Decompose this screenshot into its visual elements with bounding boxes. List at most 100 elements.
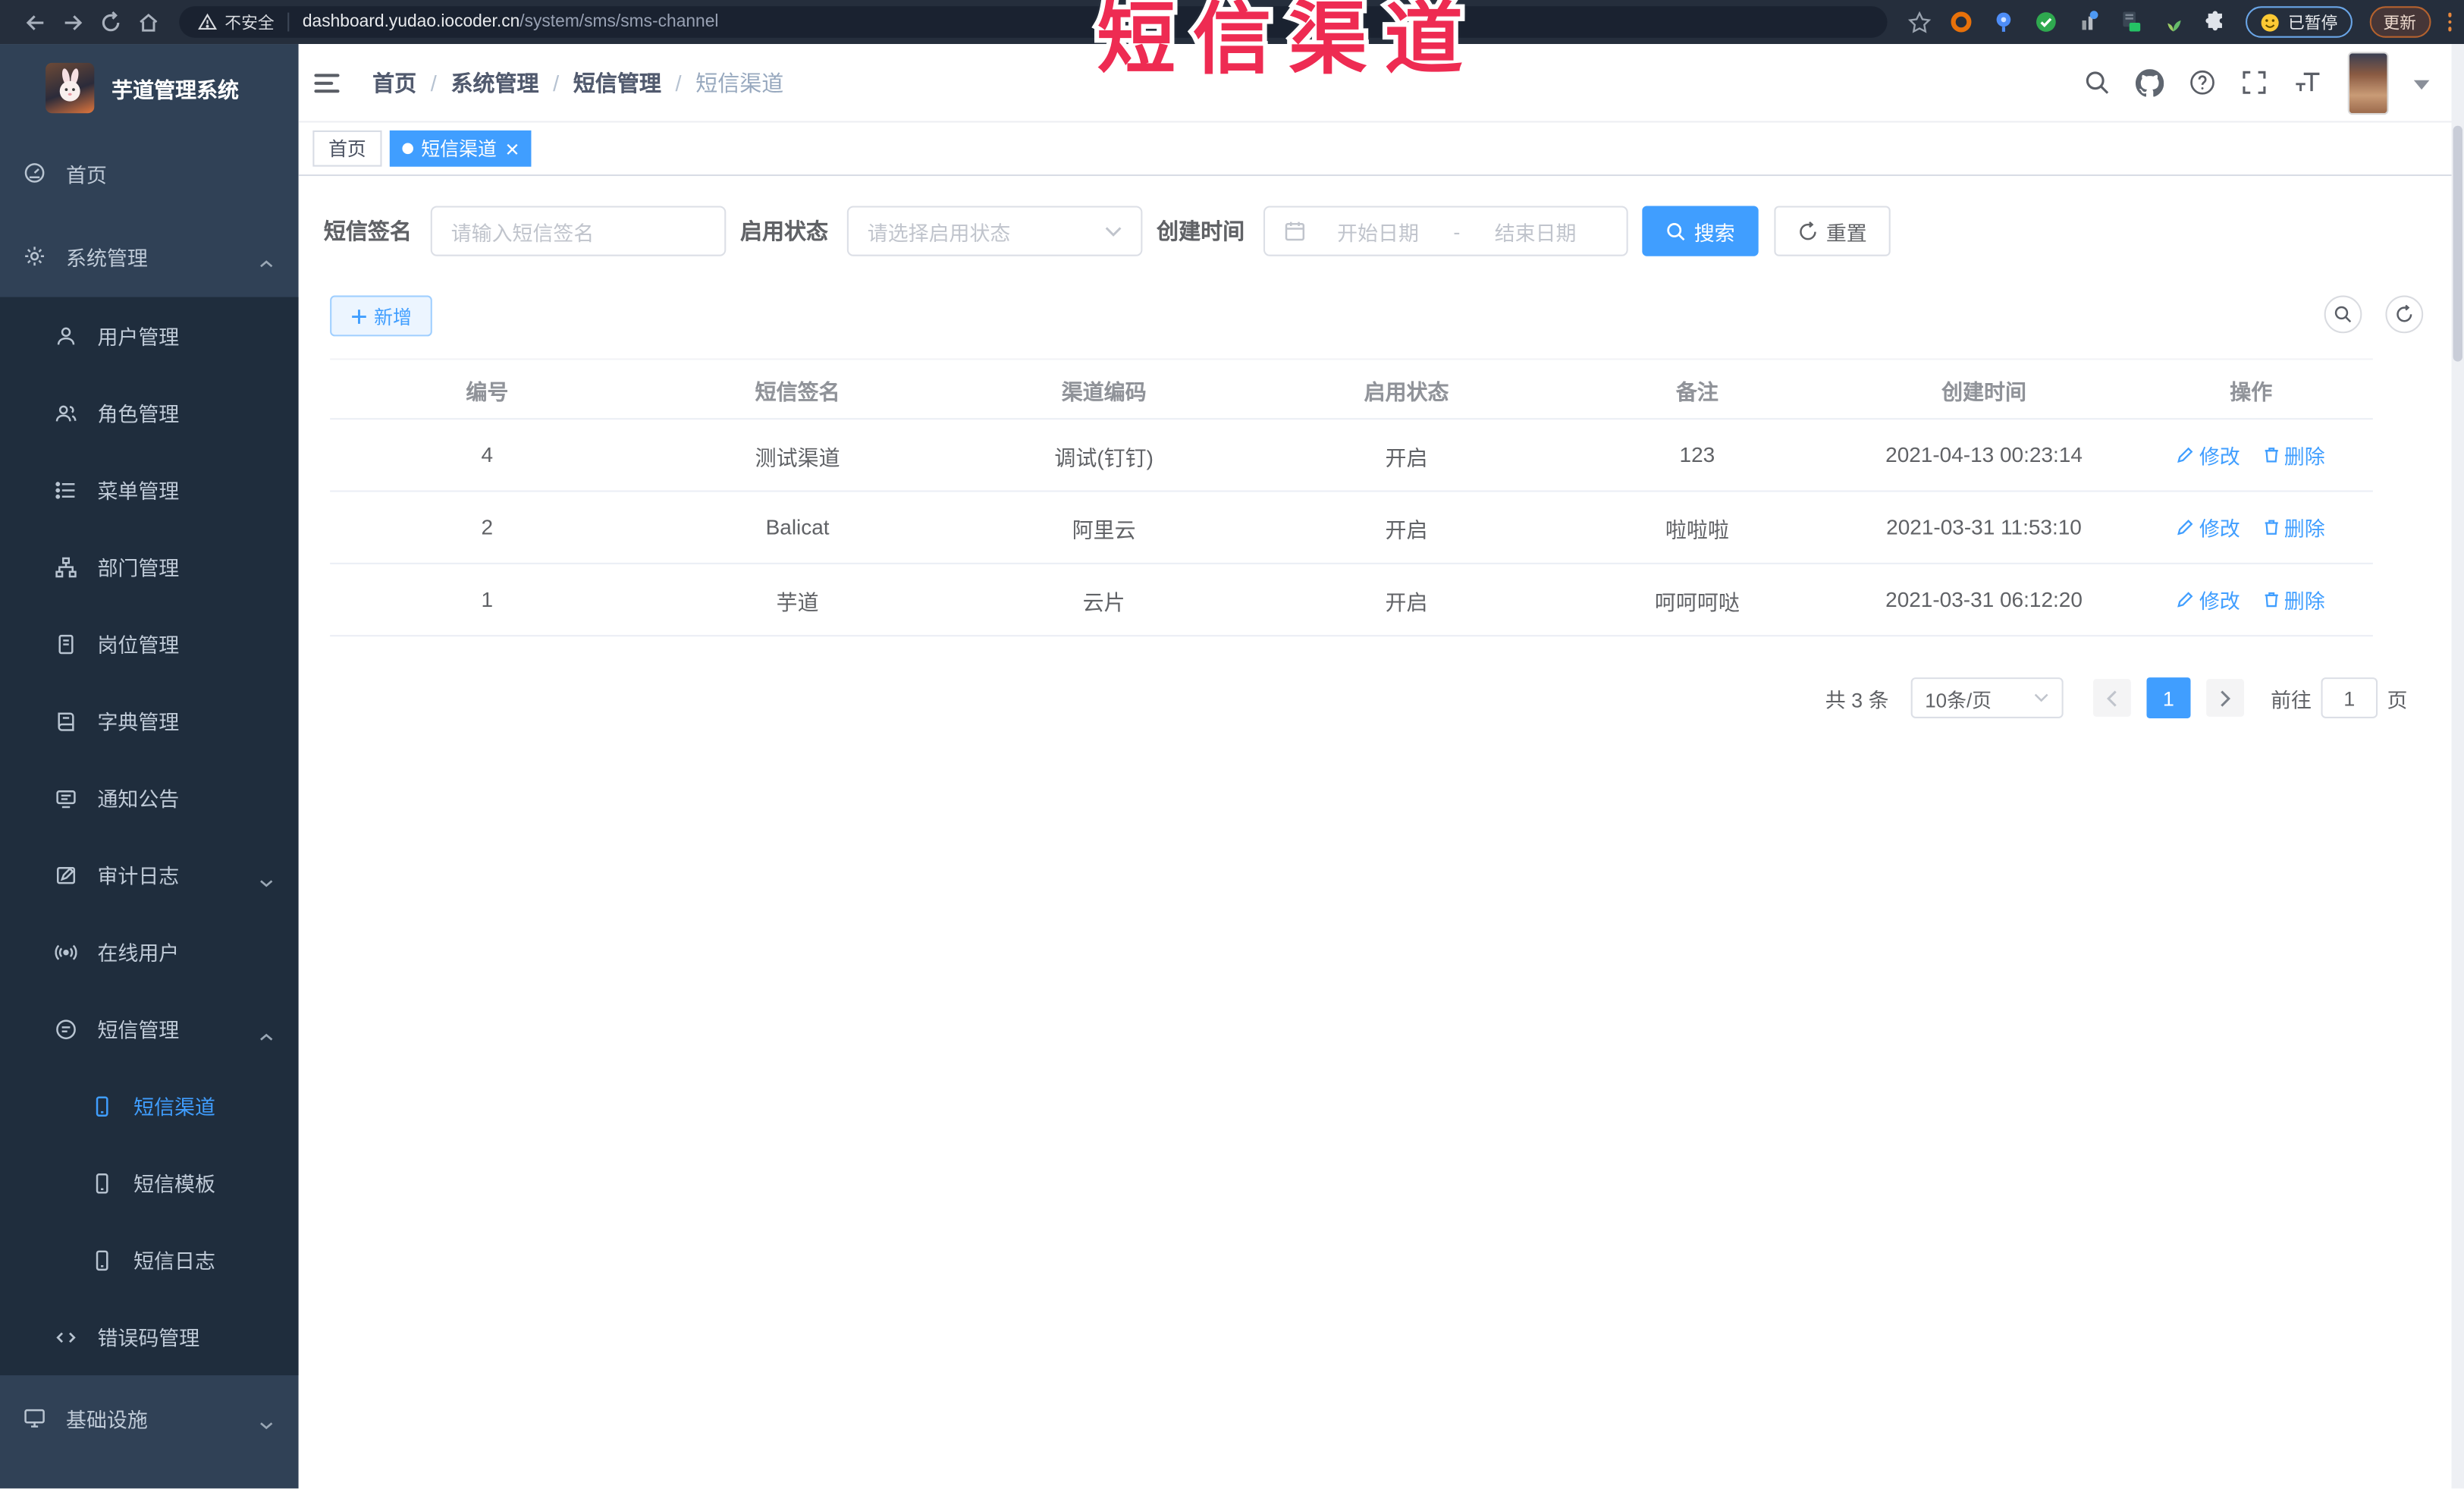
extension-dark-on-icon[interactable] bbox=[2118, 9, 2143, 34]
sidebar-toggle-icon[interactable] bbox=[314, 67, 345, 98]
font-size-icon[interactable] bbox=[2293, 69, 2322, 96]
delete-link[interactable]: 删除 bbox=[2262, 585, 2325, 614]
goto-page-input[interactable] bbox=[2321, 677, 2378, 718]
sidebar-item-menu-mgmt[interactable]: 菜单管理 bbox=[0, 451, 299, 529]
edit-link-label: 修改 bbox=[2199, 445, 2240, 469]
signature-label: 短信签名 bbox=[323, 218, 412, 244]
sidebar-item-sms-template[interactable]: 短信模板 bbox=[0, 1144, 299, 1221]
sidebar-item-audit-log[interactable]: 审计日志 bbox=[0, 836, 299, 913]
browser-home-icon[interactable] bbox=[129, 5, 167, 39]
edit-link-label: 修改 bbox=[2199, 517, 2240, 541]
toggle-search-button[interactable] bbox=[2324, 295, 2362, 334]
page-size-select[interactable]: 10条/页 bbox=[1910, 677, 2064, 718]
extension-stats-icon[interactable] bbox=[2076, 9, 2101, 34]
address-bar[interactable]: 不安全 dashboard.yudao.iocoder.cn/system/sm… bbox=[179, 6, 1888, 38]
cell-created: 2021-03-31 11:53:10 bbox=[1886, 515, 2082, 539]
close-icon[interactable] bbox=[506, 143, 519, 155]
chevron-down-icon bbox=[2034, 693, 2048, 702]
extension-sprout-icon[interactable] bbox=[2161, 9, 2186, 34]
browser-update-button[interactable]: 更新 bbox=[2368, 6, 2431, 38]
sidebar-item-home[interactable]: 首页 bbox=[0, 130, 299, 215]
delete-link[interactable]: 删除 bbox=[2262, 440, 2325, 470]
goto-label: 前往 bbox=[2271, 687, 2312, 712]
cell-remark: 呵呵呵哒 bbox=[1654, 590, 1740, 614]
sms-channel-table: 编号 短信签名 渠道编码 启用状态 备注 创建时间 操作 4 测试渠道 调试(钉… bbox=[330, 358, 2373, 637]
tab-home[interactable]: 首页 bbox=[312, 130, 382, 167]
tab-sms-channel[interactable]: 短信渠道 bbox=[389, 130, 532, 167]
sidebar-item-label: 字典管理 bbox=[97, 710, 180, 734]
github-icon[interactable] bbox=[2135, 68, 2164, 96]
browser-forward-icon[interactable] bbox=[53, 5, 91, 39]
help-icon[interactable] bbox=[2189, 69, 2215, 96]
column-header-code: 渠道编码 bbox=[1061, 379, 1147, 404]
sidebar-item-system[interactable]: 系统管理 bbox=[0, 215, 299, 297]
announcement-icon bbox=[55, 787, 77, 809]
next-page-button[interactable] bbox=[2206, 679, 2244, 717]
sidebar-item-dict-mgmt[interactable]: 字典管理 bbox=[0, 682, 299, 759]
page-number-1[interactable]: 1 bbox=[2146, 677, 2191, 718]
edit-link[interactable]: 修改 bbox=[2177, 585, 2240, 614]
browser-back-icon[interactable] bbox=[16, 5, 54, 39]
sidebar-item-sms-mgmt[interactable]: 短信管理 bbox=[0, 990, 299, 1067]
chevron-down-icon bbox=[1105, 226, 1122, 236]
date-range-picker[interactable]: 开始日期 - 结束日期 bbox=[1263, 206, 1628, 256]
edit-link-label: 修改 bbox=[2199, 589, 2240, 614]
search-icon[interactable] bbox=[2084, 69, 2111, 96]
update-button-label: 更新 bbox=[2383, 13, 2416, 33]
sidebar-item-error-code[interactable]: 错误码管理 bbox=[0, 1299, 299, 1376]
sidebar-item-label: 系统管理 bbox=[66, 246, 148, 270]
extensions-puzzle-icon[interactable] bbox=[2203, 9, 2228, 34]
extension-blue-pin-icon[interactable] bbox=[1991, 9, 2016, 34]
extension-green-check-icon[interactable] bbox=[2033, 9, 2058, 34]
menu-list-icon bbox=[55, 479, 77, 501]
edit-link[interactable]: 修改 bbox=[2177, 440, 2240, 470]
status-label: 启用状态 bbox=[739, 218, 828, 244]
delete-link[interactable]: 删除 bbox=[2262, 513, 2325, 542]
prev-page-button[interactable] bbox=[2092, 679, 2131, 717]
sidebar-item-label: 短信日志 bbox=[133, 1249, 215, 1274]
extension-paused-badge[interactable]: 已暂停 bbox=[2246, 6, 2352, 38]
add-button[interactable]: 新增 bbox=[330, 295, 432, 337]
breadcrumb-system[interactable]: 系统管理 bbox=[450, 67, 538, 98]
breadcrumb-home[interactable]: 首页 bbox=[372, 67, 416, 98]
browser-extensions-area: 已暂停 更新 bbox=[1906, 6, 2452, 38]
tags-view-bar: 首页 短信渠道 bbox=[298, 122, 2452, 177]
sidebar-item-online-users[interactable]: 在线用户 bbox=[0, 913, 299, 991]
bookmark-star-icon[interactable] bbox=[1906, 9, 1931, 34]
browser-menu-icon[interactable] bbox=[2447, 13, 2452, 31]
status-select[interactable]: 请选择启用状态 bbox=[846, 206, 1143, 256]
signature-input[interactable]: 请输入短信签名 bbox=[430, 206, 727, 256]
browser-reload-icon[interactable] bbox=[91, 5, 129, 39]
breadcrumb-sms[interactable]: 短信管理 bbox=[573, 67, 661, 98]
column-header-created: 创建时间 bbox=[1941, 379, 2026, 404]
extension-orange-ring-icon[interactable] bbox=[1948, 9, 1973, 34]
sidebar-item-notice[interactable]: 通知公告 bbox=[0, 759, 299, 837]
app-header: 首页 / 系统管理 / 短信管理 / 短信渠道 bbox=[298, 44, 2452, 123]
chevron-down-icon bbox=[259, 869, 274, 892]
sidebar-item-sms-channel[interactable]: 短信渠道 bbox=[0, 1067, 299, 1145]
phone-icon bbox=[91, 1095, 113, 1117]
url-divider bbox=[287, 12, 289, 32]
sidebar-item-sms-log[interactable]: 短信日志 bbox=[0, 1221, 299, 1299]
user-avatar[interactable] bbox=[2347, 51, 2389, 115]
scrollbar-thumb[interactable] bbox=[2453, 125, 2462, 362]
cell-actions: 修改 删除 bbox=[2130, 440, 2373, 470]
sidebar-item-role-mgmt[interactable]: 角色管理 bbox=[0, 374, 299, 451]
breadcrumb: 首页 / 系统管理 / 短信管理 / 短信渠道 bbox=[372, 67, 783, 98]
edit-link[interactable]: 修改 bbox=[2177, 513, 2240, 542]
sidebar-item-user-mgmt[interactable]: 用户管理 bbox=[0, 297, 299, 375]
page-scrollbar[interactable] bbox=[2451, 44, 2464, 1489]
cell-status: 开启 bbox=[1385, 445, 1428, 470]
sidebar-item-post-mgmt[interactable]: 岗位管理 bbox=[0, 605, 299, 683]
search-button[interactable]: 搜索 bbox=[1642, 206, 1759, 256]
phone-icon bbox=[91, 1249, 113, 1271]
table-row: 1 芋道 云片 开启 呵呵呵哒 2021-03-31 06:12:20 修改 删… bbox=[330, 564, 2373, 637]
user-menu-caret-icon[interactable] bbox=[2413, 68, 2430, 96]
reset-button[interactable]: 重置 bbox=[1774, 206, 1891, 256]
sidebar-item-dept-mgmt[interactable]: 部门管理 bbox=[0, 528, 299, 605]
active-tab-dot bbox=[402, 143, 413, 155]
fullscreen-icon[interactable] bbox=[2241, 69, 2268, 96]
sidebar-item-infrastructure[interactable]: 基础设施 bbox=[0, 1375, 299, 1460]
refresh-table-button[interactable] bbox=[2385, 295, 2424, 334]
warning-icon bbox=[198, 13, 217, 30]
